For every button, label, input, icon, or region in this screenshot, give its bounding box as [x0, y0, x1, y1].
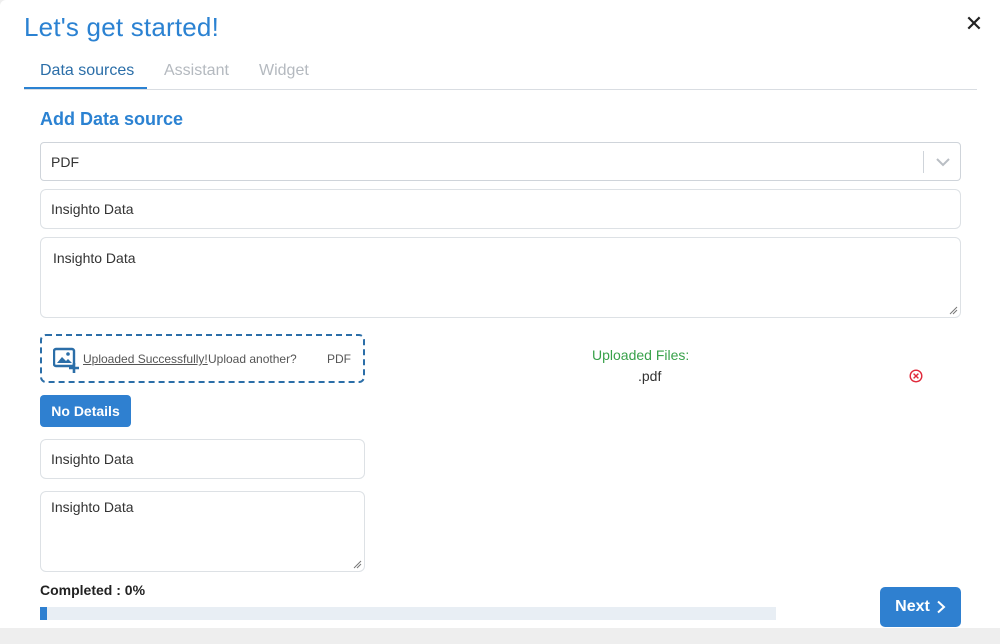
chevron-right-icon: [937, 600, 946, 614]
upload-another-text: Upload another?: [208, 352, 297, 366]
modal-title: Let's get started!: [24, 12, 220, 42]
details-description-textarea[interactable]: Insighto Data: [40, 491, 365, 572]
select-divider: [923, 151, 924, 173]
source-description-textarea[interactable]: Insighto Data: [40, 237, 961, 318]
upload-file-type: PDF: [327, 352, 351, 366]
uploaded-file-name: .pdf: [638, 368, 662, 384]
source-name-input[interactable]: Insighto Data: [40, 189, 961, 229]
details-name-input[interactable]: Insighto Data: [40, 439, 365, 479]
uploaded-files-label: Uploaded Files:: [592, 347, 690, 363]
source-description-value: Insighto Data: [53, 250, 136, 266]
file-upload-dropzone[interactable]: Uploaded Successfully! Upload another? P…: [40, 334, 365, 383]
progress-bar: [40, 607, 776, 620]
remove-circle-icon[interactable]: [909, 369, 923, 383]
progress-fill: [40, 607, 48, 620]
close-icon[interactable]: ✕: [962, 12, 986, 36]
modal-dialog: Let's get started! ✕ Data sources Assist…: [0, 0, 1000, 628]
source-type-select[interactable]: PDF: [40, 142, 961, 181]
details-name-value: Insighto Data: [51, 451, 134, 467]
next-button[interactable]: Next: [880, 587, 961, 627]
source-name-value: Insighto Data: [51, 201, 134, 217]
next-button-label: Next: [895, 598, 930, 615]
source-type-value: PDF: [51, 154, 79, 170]
tab-data-sources[interactable]: Data sources: [40, 62, 134, 80]
tab-assistant[interactable]: Assistant: [164, 62, 229, 80]
section-title: Add Data source: [40, 109, 184, 129]
no-details-button[interactable]: No Details: [40, 395, 131, 427]
resize-grip-icon[interactable]: [948, 305, 958, 315]
active-tab-indicator: [24, 87, 147, 89]
progress-label: Completed : 0%: [40, 582, 146, 598]
resize-grip-icon[interactable]: [352, 559, 362, 569]
image-upload-icon: [53, 347, 79, 373]
chevron-down-icon[interactable]: [931, 151, 955, 173]
tab-bar: Data sources Assistant Widget: [24, 52, 977, 90]
details-description-value: Insighto Data: [51, 499, 134, 515]
upload-status-link[interactable]: Uploaded Successfully!: [83, 352, 208, 366]
tab-widget[interactable]: Widget: [259, 62, 309, 80]
